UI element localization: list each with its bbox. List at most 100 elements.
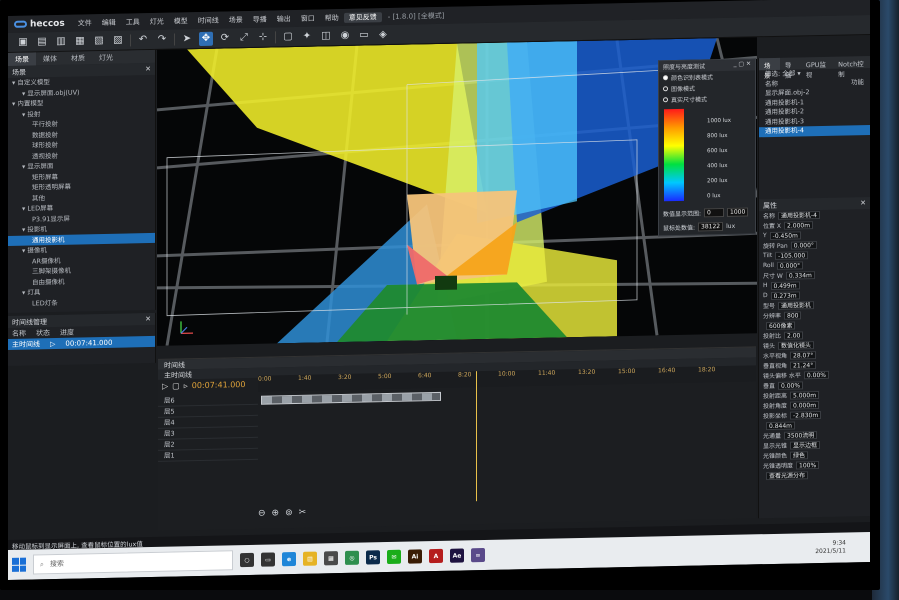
menu-item[interactable]: 导播: [248, 14, 272, 25]
property-value-input[interactable]: 0.00%: [803, 370, 829, 379]
zoom-in-icon[interactable]: ⊕: [272, 508, 280, 518]
right-tab[interactable]: 场景: [759, 57, 780, 80]
window-controls-icon[interactable]: _ ▢ ✕: [733, 60, 751, 69]
acrobat-icon[interactable]: A: [429, 548, 443, 564]
camera-icon[interactable]: ◉: [338, 28, 352, 42]
taskbar-search[interactable]: ⌕ 搜索: [33, 550, 233, 575]
save-icon[interactable]: ▥: [54, 34, 68, 48]
timeline-layer[interactable]: 层1: [158, 448, 258, 462]
menu-item[interactable]: 窗口: [296, 13, 320, 24]
left-tab[interactable]: 材质: [64, 51, 92, 65]
play-icon[interactable]: ▷: [162, 382, 168, 391]
left-tab[interactable]: 场景: [8, 52, 36, 66]
menu-item[interactable]: 灯光: [145, 16, 169, 27]
mode-option-real-size[interactable]: 真实尺寸模式: [659, 92, 755, 105]
edge-icon[interactable]: e: [282, 551, 296, 567]
menu-feedback[interactable]: 意见反馈: [343, 11, 382, 23]
right-tab[interactable]: Notch控制: [833, 56, 870, 79]
menu-item[interactable]: 帮助: [320, 12, 344, 23]
property-value-input[interactable]: 100%: [796, 460, 820, 469]
property-value-input[interactable]: 0.844m: [766, 421, 796, 430]
task-view-icon[interactable]: ▭: [261, 552, 275, 567]
playhead[interactable]: [476, 371, 477, 502]
property-value-input[interactable]: 0.499m: [770, 280, 800, 290]
play-icon[interactable]: ▷: [50, 340, 55, 348]
zoom-out-icon[interactable]: ⊖: [258, 509, 266, 519]
property-value-input[interactable]: 查看光源分布: [766, 470, 809, 480]
property-value-input[interactable]: 600像素: [766, 321, 796, 330]
range-min-input[interactable]: 0: [704, 208, 725, 218]
rotate-icon[interactable]: ⟳: [218, 31, 232, 45]
timeline-manager-row[interactable]: 主时间线 ▷ 00:07:41.000: [8, 335, 155, 350]
scale-icon[interactable]: ⤢: [237, 30, 251, 44]
property-value-input[interactable]: 通用投影机-4: [778, 210, 820, 220]
left-tab[interactable]: 媒体: [36, 52, 64, 66]
property-value-input[interactable]: 0.273m: [770, 290, 800, 300]
open-icon[interactable]: ▤: [35, 35, 49, 49]
property-value-input[interactable]: -105.000: [775, 250, 809, 260]
taskbar-clock[interactable]: 9:34 2021/5/11: [815, 539, 846, 556]
property-value-input[interactable]: 0.00%: [778, 380, 804, 390]
property-value-input[interactable]: 21.24°: [790, 360, 817, 370]
menu-item[interactable]: 输出: [272, 13, 296, 24]
store-icon[interactable]: ▦: [324, 551, 338, 566]
save-as-icon[interactable]: ▦: [73, 34, 87, 48]
close-icon[interactable]: ✕: [145, 65, 151, 73]
close-icon[interactable]: ✕: [860, 199, 866, 207]
chrome-icon[interactable]: ◎: [345, 550, 359, 565]
screen-icon[interactable]: ▭: [357, 28, 371, 42]
new-icon[interactable]: ▣: [16, 35, 30, 49]
cube-icon[interactable]: ▢: [281, 29, 295, 43]
axis-icon[interactable]: ⊹: [256, 30, 270, 44]
fit-icon[interactable]: ⊚: [285, 508, 293, 518]
property-value-input[interactable]: 0.000°: [790, 240, 817, 250]
property-value-input[interactable]: 0.334m: [785, 270, 815, 280]
media-clip[interactable]: [261, 391, 441, 405]
undo-icon[interactable]: ↶: [136, 33, 150, 47]
right-tab[interactable]: GPU监视: [801, 57, 833, 79]
menu-item[interactable]: 场景: [224, 14, 248, 25]
move-icon[interactable]: ✥: [199, 31, 213, 46]
wechat-icon[interactable]: ✉: [387, 549, 401, 565]
property-value-input[interactable]: 5.000m: [790, 390, 820, 400]
radio-icon[interactable]: [663, 86, 668, 92]
menu-item[interactable]: 模型: [169, 16, 193, 27]
menu-item[interactable]: 编辑: [97, 17, 121, 28]
photoshop-icon[interactable]: Ps: [366, 550, 380, 565]
property-value-input[interactable]: -2.830m: [790, 410, 822, 420]
filter-select[interactable]: 全部: [782, 70, 795, 78]
export-icon[interactable]: ▨: [111, 33, 125, 47]
light-icon[interactable]: ✦: [300, 29, 314, 43]
property-value-input[interactable]: 2.00: [784, 330, 804, 340]
illustrator-icon[interactable]: Ai: [408, 549, 422, 564]
property-value-input[interactable]: 800: [784, 310, 802, 320]
property-value-input[interactable]: 通用投影机: [778, 300, 815, 310]
import-icon[interactable]: ▧: [92, 33, 106, 47]
cut-icon[interactable]: ✂: [299, 508, 307, 518]
render-icon[interactable]: ◈: [376, 27, 390, 41]
left-tab[interactable]: 灯光: [92, 51, 120, 65]
property-value-input[interactable]: 28.07°: [790, 350, 817, 360]
property-value-input[interactable]: 显示边框: [790, 440, 821, 450]
heccos-icon[interactable]: ∞: [471, 548, 485, 563]
aftereffects-icon[interactable]: Ae: [450, 548, 464, 563]
close-icon[interactable]: ✕: [145, 315, 151, 323]
property-value-input[interactable]: 0.000°: [776, 260, 804, 270]
projector-icon[interactable]: ◫: [319, 29, 333, 43]
redo-icon[interactable]: ↷: [155, 32, 169, 46]
menu-item[interactable]: 文件: [73, 18, 97, 29]
menu-item[interactable]: 工具: [121, 17, 145, 28]
menu-item[interactable]: 时间线: [193, 15, 224, 26]
start-icon[interactable]: [12, 557, 26, 572]
property-value-input[interactable]: 3500流明: [784, 430, 818, 440]
stop-icon[interactable]: ▢: [172, 381, 180, 390]
select-icon[interactable]: ➤: [180, 32, 194, 46]
right-tab[interactable]: 导播: [780, 57, 801, 80]
radio-icon[interactable]: [663, 75, 668, 81]
step-icon[interactable]: ▹: [184, 381, 188, 390]
property-value-input[interactable]: 0.000m: [790, 400, 820, 410]
range-max-input[interactable]: 1000: [727, 207, 749, 217]
property-value-input[interactable]: 绿色: [790, 450, 809, 460]
property-value-input[interactable]: 数值化镜头: [778, 340, 815, 350]
property-value-input[interactable]: 2.000m: [784, 220, 814, 230]
